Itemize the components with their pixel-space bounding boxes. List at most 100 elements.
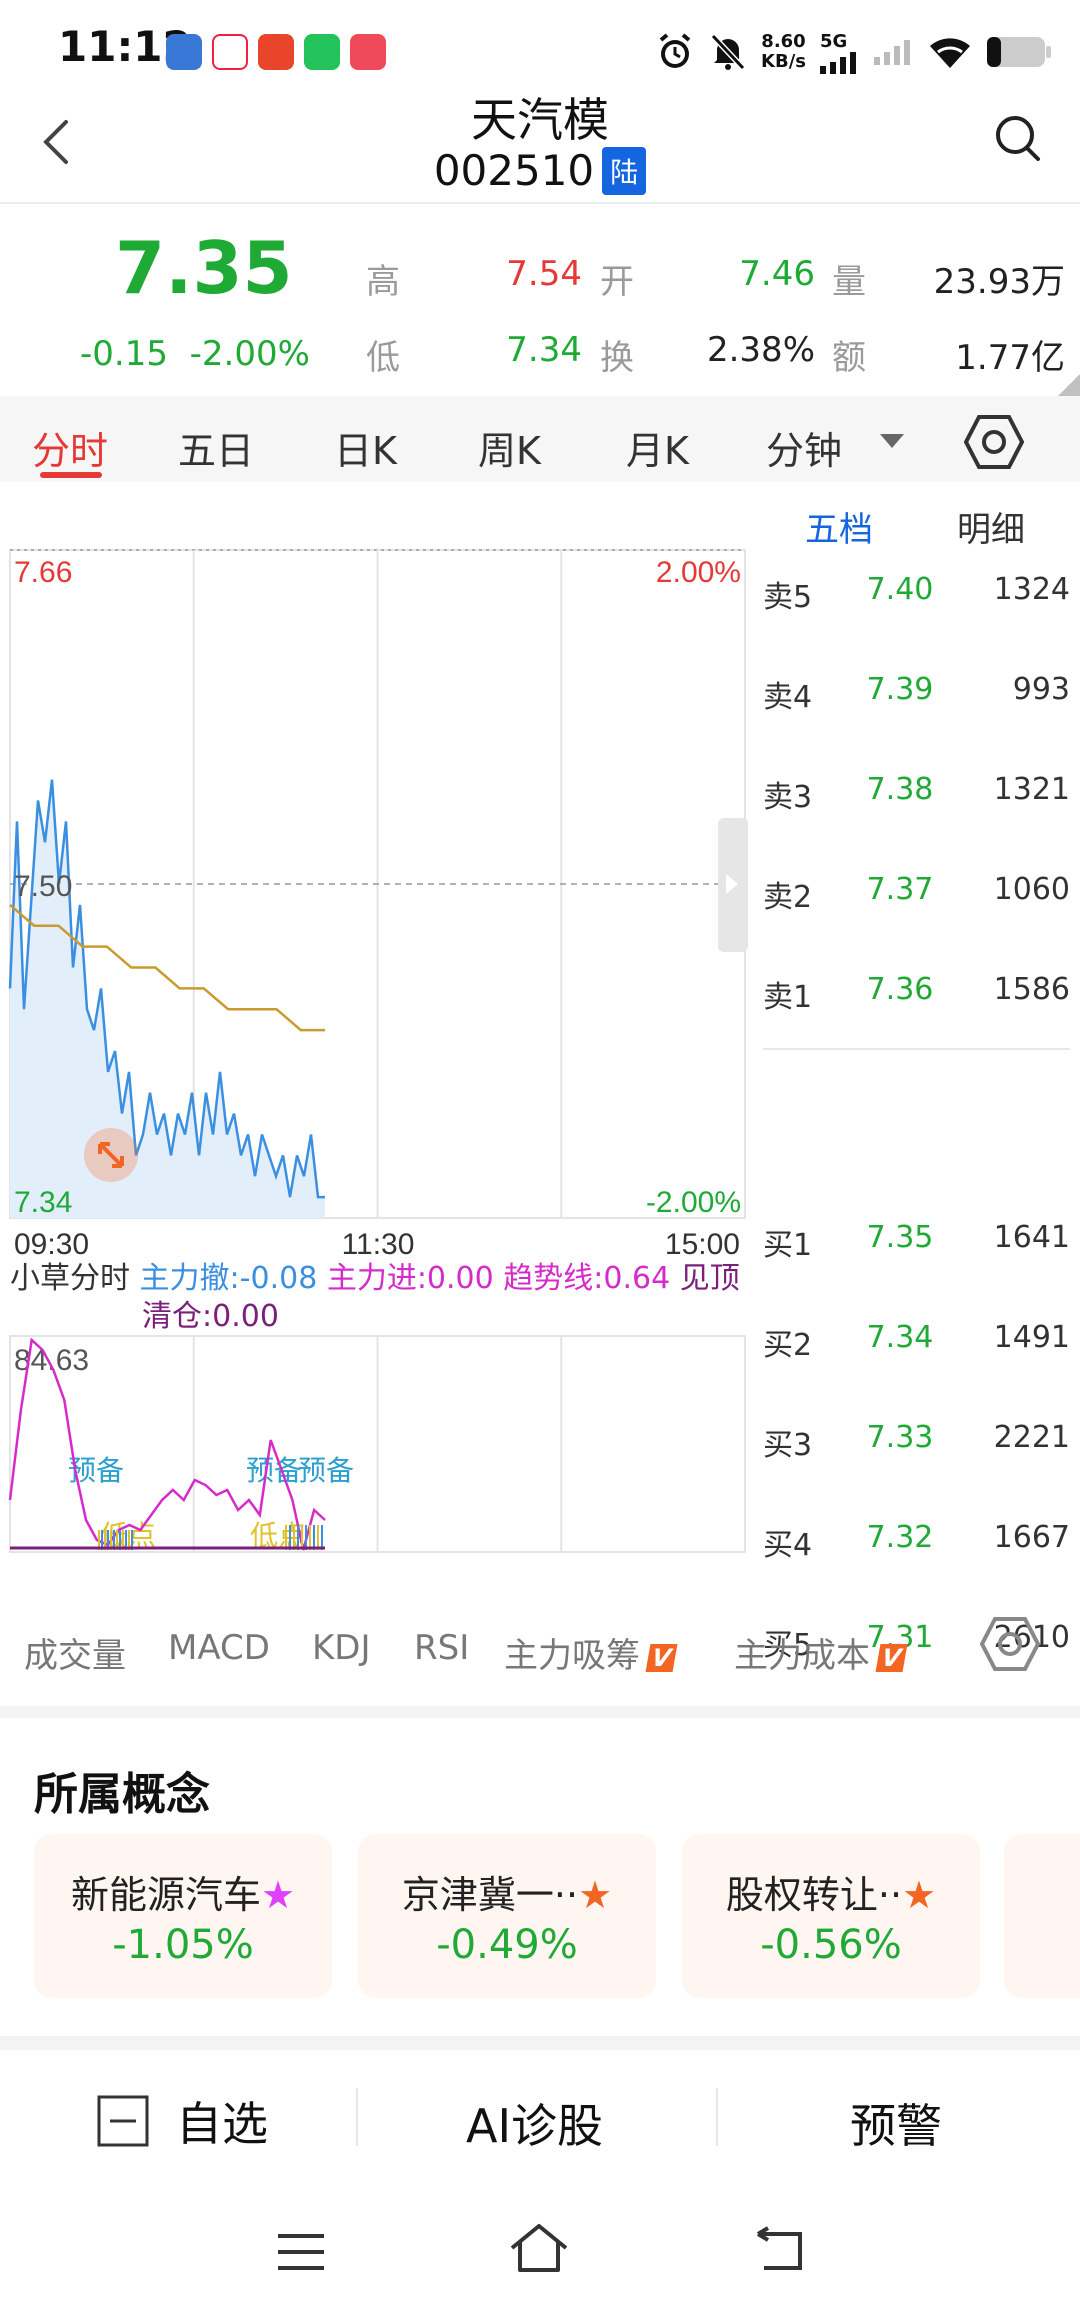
value-open: 7.46	[739, 254, 815, 294]
watchlist-button[interactable]: 自选	[96, 2088, 268, 2154]
sell-level-row: 卖5 7.40 1324	[755, 572, 1070, 615]
signal-icon	[820, 51, 856, 74]
network-type: 5G	[820, 30, 848, 52]
indicator-settings-icon[interactable]	[980, 1616, 1040, 1672]
value-amount: 1.77亿	[955, 338, 1065, 378]
star-icon[interactable]: ★	[261, 1873, 295, 1917]
sell-level-row: 卖4 7.39 993	[755, 672, 1070, 715]
concept-card[interactable]: 新能源汽车★ -1.05%	[34, 1834, 332, 1998]
level-volume: 1324	[993, 572, 1070, 607]
status-icons: 8.60 KB/s 5G	[655, 24, 1052, 80]
chevron-down-icon[interactable]	[880, 434, 904, 448]
level-label: 卖5	[763, 580, 813, 615]
menu-icon[interactable]	[276, 2232, 326, 2272]
ind-tab-macd[interactable]: MACD	[168, 1628, 270, 1668]
change-percent: -2.00%	[189, 334, 310, 374]
concept-card[interactable]: 股权转让··★ -0.56%	[682, 1834, 980, 1998]
wifi-icon	[930, 38, 970, 68]
back-nav-icon[interactable]	[752, 2226, 806, 2274]
signal-icon-secondary	[874, 40, 910, 65]
level-price: 7.36	[866, 972, 934, 1007]
fullscreen-button[interactable]	[84, 1128, 138, 1182]
level-price: 7.33	[866, 1420, 934, 1455]
tab-five-day[interactable]: 五日	[178, 420, 254, 475]
level-price: 7.34	[866, 1320, 934, 1355]
level-label: 卖1	[763, 980, 813, 1015]
tab-minute[interactable]: 分钟	[766, 420, 842, 475]
label-volume: 量	[832, 262, 866, 302]
concept-name: 股权转让··	[725, 1873, 903, 1917]
stock-code-row: 002510 陆	[0, 146, 1080, 195]
ind-tab-volume[interactable]: 成交量	[24, 1628, 126, 1677]
concept-change: -0.49%	[436, 1922, 578, 1968]
level-label: 买2	[763, 1328, 813, 1363]
tab-order-levels[interactable]: 五档	[805, 502, 873, 551]
search-button[interactable]	[990, 108, 1046, 168]
level-label: 卖2	[763, 880, 813, 915]
indicator-bar	[297, 1525, 299, 1550]
system-nav-bar	[0, 2190, 1080, 2310]
indicator-bar	[321, 1525, 323, 1550]
level-label: 买3	[763, 1428, 813, 1463]
expand-corner-icon[interactable]	[1058, 374, 1080, 396]
indicator-bar	[285, 1525, 287, 1550]
ind-tab-main-cost[interactable]: 主力成本 V	[734, 1628, 908, 1677]
level-volume: 993	[1012, 672, 1070, 707]
level-price: 7.39	[866, 672, 934, 707]
ind-tab-main-accumulation[interactable]: 主力吸筹 V	[504, 1628, 678, 1677]
level-price: 7.35	[866, 1220, 934, 1255]
alert-button[interactable]: 预警	[850, 2090, 942, 2156]
ind-tab-kdj[interactable]: KDJ	[312, 1628, 371, 1668]
ind-tab-rsi[interactable]: RSI	[414, 1628, 469, 1668]
app-notification-icon	[166, 34, 202, 70]
concept-name-row: 股权转让··★	[682, 1864, 980, 1919]
concept-change: -0.56%	[760, 1922, 902, 1968]
battery-icon	[987, 37, 1051, 67]
intraday-chart[interactable]: 7.66 2.00% 7.50 7.34 -2.00% 09:30 11:30 15:00 84…	[0, 540, 750, 1560]
concept-card[interactable]: 京津冀一··★ -0.49%	[358, 1834, 656, 1998]
x-axis-label: 15:00	[665, 1228, 740, 1261]
value-turnover: 2.38%	[706, 330, 815, 370]
vip-badge: V	[875, 1643, 908, 1672]
expand-arrows-icon	[98, 1142, 124, 1168]
y-label-bottom: 7.34	[14, 1186, 72, 1219]
tab-weekly-k[interactable]: 周K	[478, 420, 541, 475]
value-low: 7.34	[506, 330, 582, 370]
vip-badge: V	[645, 1643, 678, 1672]
level-volume: 1321	[993, 772, 1070, 807]
label-high: 高	[366, 262, 400, 302]
collapse-orderbook-handle[interactable]	[718, 818, 748, 952]
chart-settings-icon[interactable]	[964, 414, 1024, 470]
indicator-name: 小草分时	[10, 1261, 130, 1296]
action-divider	[356, 2088, 358, 2146]
buy-level-row: 买4 7.32 1667	[755, 1520, 1070, 1563]
indicator-bar	[313, 1525, 315, 1550]
ai-diagnosis-button[interactable]: AI诊股	[466, 2090, 603, 2156]
label-low: 低	[366, 338, 400, 378]
indicator-legend: 小草分时 主力撤:-0.08 主力进:0.00 趋势线:0.64 见顶 清仓:0…	[10, 1260, 745, 1336]
mute-icon	[710, 33, 746, 71]
action-divider	[716, 2088, 718, 2146]
value-volume: 23.93万	[933, 262, 1065, 302]
tab-intraday[interactable]: 分时	[32, 420, 108, 475]
tab-daily-k[interactable]: 日K	[334, 420, 397, 475]
star-icon[interactable]: ★	[902, 1873, 936, 1917]
indicator-top-value: 84.63	[14, 1344, 89, 1377]
top-signal: 见顶	[679, 1261, 740, 1296]
level-volume: 2221	[993, 1420, 1070, 1455]
tab-monthly-k[interactable]: 月K	[626, 420, 689, 475]
home-icon[interactable]	[508, 2222, 570, 2274]
y-label-top: 7.66	[14, 556, 72, 589]
indicator-bar	[301, 1525, 303, 1550]
level-price: 7.38	[866, 772, 934, 807]
concept-change: -1.05%	[112, 1922, 254, 1968]
section-separator	[0, 1706, 1080, 1718]
star-icon[interactable]: ★	[578, 1873, 612, 1917]
tab-trade-details[interactable]: 明细	[957, 502, 1025, 551]
label-open: 开	[600, 262, 634, 302]
concept-name-row: 新能源汽车★	[34, 1864, 332, 1919]
concept-name: 新能源汽车	[70, 1873, 261, 1917]
stock-name: 天汽模	[471, 93, 609, 147]
ind-tab-main-accumulation-label: 主力吸筹	[504, 1636, 640, 1676]
concept-card-partial[interactable]	[1004, 1834, 1080, 1998]
